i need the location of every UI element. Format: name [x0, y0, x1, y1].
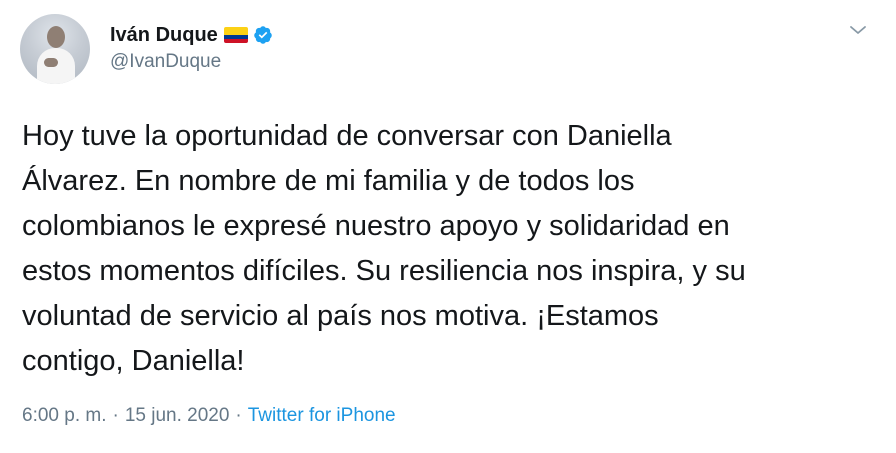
meta-separator: ·: [112, 405, 119, 426]
author-block: Iván Duque @IvanDuque: [110, 22, 273, 73]
colombia-flag-icon: [223, 27, 248, 43]
tweet-source-link[interactable]: Twitter for iPhone: [248, 405, 396, 426]
chevron-down-icon[interactable]: [848, 20, 868, 40]
tweet-date[interactable]: 15 jun. 2020: [125, 405, 230, 426]
tweet-card: Iván Duque @IvanDuque Hoy tuve la oportu…: [0, 0, 896, 453]
tweet-time[interactable]: 6:00 p. m.: [22, 405, 107, 426]
meta-separator: ·: [235, 405, 242, 426]
profile-avatar[interactable]: [20, 14, 90, 84]
tweet-text: Hoy tuve la oportunidad de conversar con…: [22, 120, 746, 377]
avatar-hand: [44, 58, 58, 67]
name-row: Iván Duque: [110, 22, 273, 48]
user-handle[interactable]: @IvanDuque: [110, 51, 273, 73]
verified-badge-icon: [254, 26, 272, 44]
tweet-meta: 6:00 p. m. · 15 jun. 2020 · Twitter for iPho…: [22, 405, 396, 427]
display-name[interactable]: Iván Duque: [110, 24, 218, 47]
avatar-head: [47, 26, 65, 48]
